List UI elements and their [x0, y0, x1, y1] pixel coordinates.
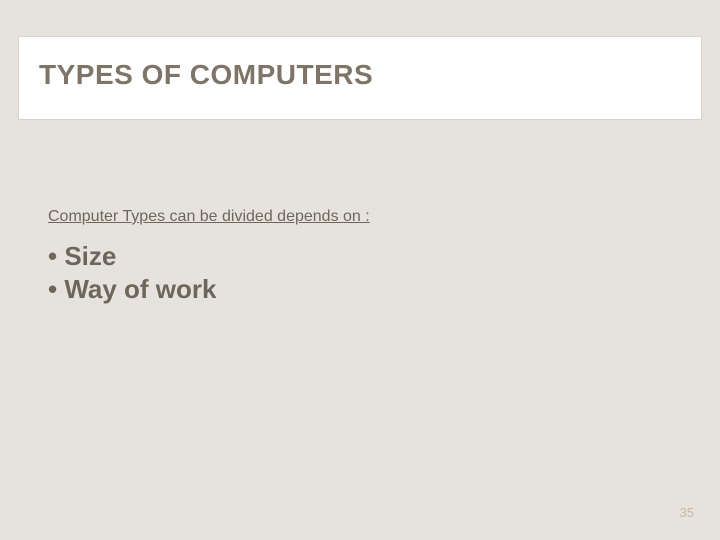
page-number: 35 [680, 505, 694, 520]
bullet-text: Size [64, 241, 116, 271]
body-area: Computer Types can be divided depends on… [48, 208, 672, 305]
bullet-item: • Way of work [48, 273, 672, 306]
subheading: Computer Types can be divided depends on… [48, 208, 672, 226]
slide-title: TYPES OF COMPUTERS [39, 59, 681, 91]
bullet-item: • Size [48, 240, 672, 273]
bullet-text: Way of work [64, 274, 216, 304]
title-box: TYPES OF COMPUTERS [18, 36, 702, 120]
